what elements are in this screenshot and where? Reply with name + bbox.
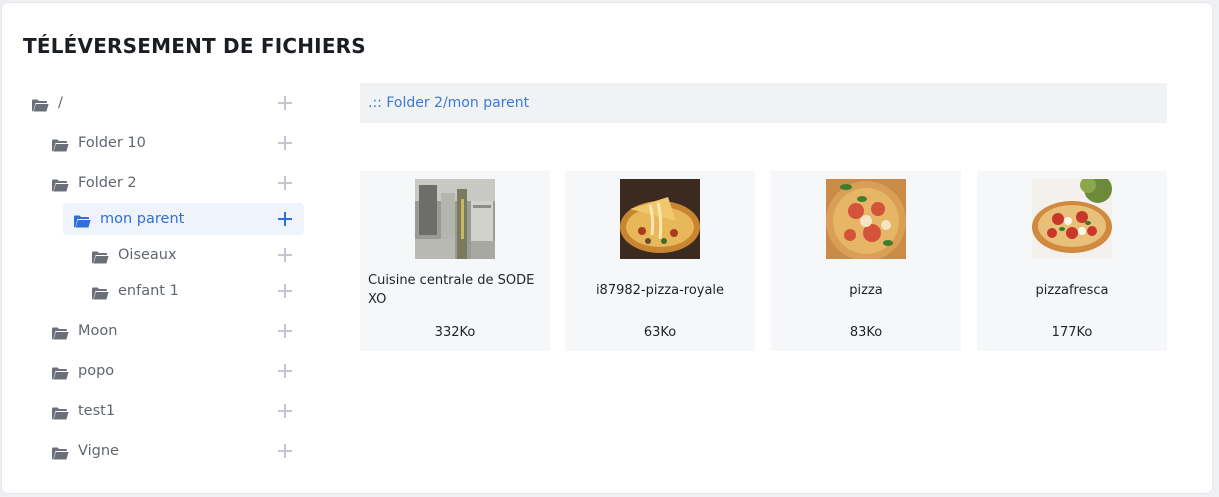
add-folder-button[interactable] bbox=[278, 284, 292, 298]
tree-item-label: / bbox=[58, 95, 63, 111]
file-name: pizza bbox=[849, 283, 883, 298]
tree-item-oiseaux[interactable]: Oiseaux bbox=[92, 239, 272, 271]
file-thumbnail-pizza bbox=[826, 179, 906, 259]
folder-icon bbox=[92, 249, 109, 263]
tree-item-test1[interactable]: test1 bbox=[52, 395, 272, 427]
tree-item-label: popo bbox=[78, 363, 115, 379]
add-folder-button[interactable] bbox=[278, 176, 292, 190]
folder-icon bbox=[52, 405, 69, 419]
add-folder-button[interactable] bbox=[278, 136, 292, 150]
file-card[interactable]: pizzafresca 177Ko bbox=[977, 171, 1167, 351]
tree-item-label: Folder 10 bbox=[78, 135, 146, 151]
folder-icon bbox=[92, 285, 109, 299]
file-card[interactable]: pizza 83Ko bbox=[771, 171, 961, 351]
file-size: 63Ko bbox=[643, 325, 677, 340]
folder-icon bbox=[52, 365, 69, 379]
add-folder-button[interactable] bbox=[278, 444, 292, 458]
tree-item-root[interactable]: / bbox=[32, 87, 272, 119]
tree-item-popo[interactable]: popo bbox=[52, 355, 272, 387]
tree-item-folder-10[interactable]: Folder 10 bbox=[52, 127, 272, 159]
breadcrumb-path-link[interactable]: .:: Folder 2/mon parent bbox=[368, 95, 529, 111]
tree-item-enfant-1[interactable]: enfant 1 bbox=[92, 275, 272, 307]
tree-item-label: Folder 2 bbox=[78, 175, 137, 191]
file-thumbnail-kitchen bbox=[415, 179, 495, 259]
add-folder-button[interactable] bbox=[278, 324, 292, 338]
add-folder-button-root[interactable] bbox=[278, 96, 292, 110]
add-folder-button-active[interactable] bbox=[278, 212, 292, 226]
tree-item-vigne[interactable]: Vigne bbox=[52, 435, 272, 467]
file-thumbnail-pizza-slice bbox=[620, 179, 700, 259]
breadcrumb: .:: Folder 2/mon parent bbox=[360, 83, 1167, 123]
file-size: 332Ko bbox=[434, 325, 476, 340]
file-size: 83Ko bbox=[849, 325, 883, 340]
folder-icon bbox=[32, 97, 49, 111]
file-card[interactable]: Cuisine centrale de SODEXO 332Ko bbox=[360, 171, 550, 351]
folder-icon bbox=[52, 177, 69, 191]
add-folder-button[interactable] bbox=[278, 248, 292, 262]
file-name: pizzafresca bbox=[1035, 283, 1109, 298]
folder-icon bbox=[52, 137, 69, 151]
tree-item-label: Oiseaux bbox=[118, 247, 177, 263]
tree-item-moon[interactable]: Moon bbox=[52, 315, 272, 347]
file-name: i87982-pizza-royale bbox=[595, 283, 725, 298]
add-folder-button[interactable] bbox=[278, 404, 292, 418]
folder-icon bbox=[52, 325, 69, 339]
tree-item-label: Moon bbox=[78, 323, 118, 339]
tree-item-label: test1 bbox=[78, 403, 116, 419]
tree-item-label: Vigne bbox=[78, 443, 119, 459]
file-upload-panel: TÉLÉVERSEMENT DE FICHIERS / Folder 10 Fo… bbox=[2, 3, 1212, 493]
tree-item-mon-parent[interactable]: mon parent bbox=[63, 203, 304, 235]
tree-item-label: enfant 1 bbox=[118, 283, 179, 299]
folder-icon bbox=[52, 445, 69, 459]
file-name: Cuisine centrale de SODEXO bbox=[368, 273, 535, 307]
file-thumbnail-pizzafresca bbox=[1032, 179, 1112, 259]
page-title: TÉLÉVERSEMENT DE FICHIERS bbox=[23, 34, 366, 58]
tree-item-folder-2[interactable]: Folder 2 bbox=[52, 167, 272, 199]
folder-open-icon bbox=[74, 213, 91, 227]
file-size: 177Ko bbox=[1051, 325, 1093, 340]
tree-item-label: mon parent bbox=[100, 211, 185, 227]
file-card[interactable]: i87982-pizza-royale 63Ko bbox=[565, 171, 755, 351]
add-folder-button[interactable] bbox=[278, 364, 292, 378]
